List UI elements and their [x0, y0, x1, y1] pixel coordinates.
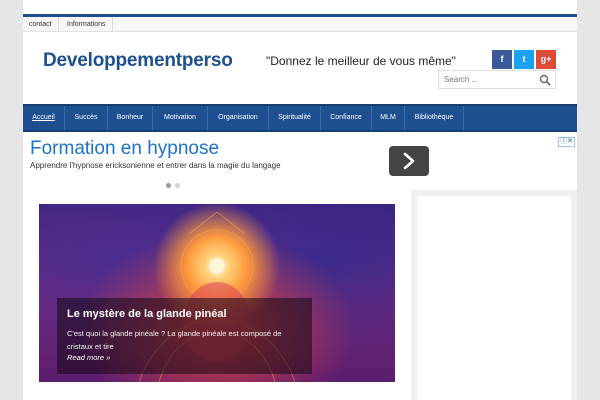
slide-caption: Le mystère de la glande pinéal C'est quo… [57, 298, 312, 374]
chevron-right-icon [403, 152, 415, 170]
ad-dot-active[interactable] [166, 183, 171, 188]
ad-title[interactable]: Formation en hypnose [30, 138, 219, 160]
read-more-link[interactable]: Read more » [67, 353, 110, 362]
ad-next-button[interactable] [389, 146, 429, 176]
nav-item-spiritualite[interactable]: Spiritualité [269, 106, 321, 130]
search-box [438, 70, 556, 89]
page-wrapper: contact Informations Developpementperso … [23, 0, 577, 400]
slide-excerpt: C'est quoi la glande pinéale ? La glande… [67, 329, 282, 351]
site-tagline: "Donnez le meilleur de vous même" [266, 54, 456, 68]
ad-dot[interactable] [175, 183, 180, 188]
ad-banner[interactable]: Formation en hypnose Apprendre l'hypnose… [23, 132, 577, 188]
googleplus-icon[interactable]: g+ [536, 50, 556, 69]
site-title[interactable]: Developpementperso [43, 50, 233, 72]
featured-slider[interactable]: Le mystère de la glande pinéal C'est quo… [39, 204, 395, 382]
twitter-icon[interactable]: t [514, 50, 534, 69]
top-link-contact[interactable]: contact [23, 17, 59, 32]
search-icon[interactable] [539, 74, 551, 86]
sidebar [411, 190, 577, 400]
nav-item-accueil[interactable]: Accueil [23, 106, 65, 130]
nav-item-mlm[interactable]: MLM [372, 106, 405, 130]
nav-item-motivation[interactable]: Motivation [153, 106, 208, 130]
ad-choices-icon[interactable]: ⓘ✕ [558, 137, 575, 147]
slide-title[interactable]: Le mystère de la glande pinéal [67, 308, 227, 320]
nav-item-confiance[interactable]: Confiance [321, 106, 372, 130]
nav-item-bonheur[interactable]: Bonheur [108, 106, 153, 130]
search-input[interactable] [439, 71, 535, 88]
nav-item-succes[interactable]: Succès [65, 106, 108, 130]
sidebar-widget [417, 196, 571, 400]
nav-item-bibliotheque[interactable]: Bibliothèque [405, 106, 464, 130]
top-link-informations[interactable]: Informations [61, 17, 113, 32]
facebook-icon[interactable]: f [492, 50, 512, 69]
top-bar: contact Informations [23, 14, 577, 32]
main-nav: Accueil Succès Bonheur Motivation Organi… [23, 104, 577, 132]
nav-item-organisation[interactable]: Organisation [208, 106, 269, 130]
ad-pagination [166, 175, 184, 193]
ad-subtitle: Apprendre l'hypnose ericksonienne et ent… [30, 161, 281, 170]
